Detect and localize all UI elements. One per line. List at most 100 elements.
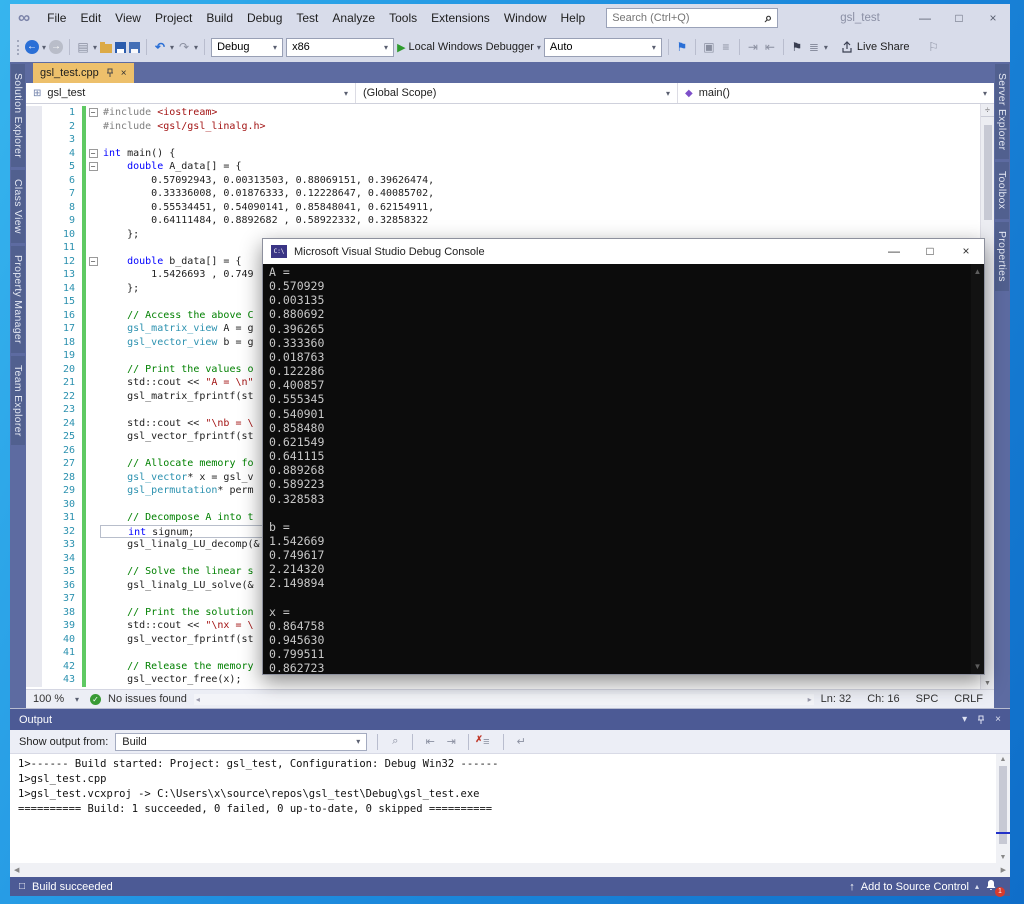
console-minimize-button[interactable]: ―	[876, 239, 912, 264]
clear-all-icon[interactable]: ≡	[479, 736, 493, 748]
breakpoint-margin[interactable]	[26, 376, 42, 390]
navigate-to-icon[interactable]: ⚑	[675, 40, 689, 54]
breakpoint-margin[interactable]	[26, 268, 42, 282]
breakpoint-margin[interactable]	[26, 444, 42, 458]
menu-edit[interactable]: Edit	[73, 4, 108, 32]
undo-icon[interactable]: ↶	[153, 40, 167, 54]
breakpoint-margin[interactable]	[26, 646, 42, 660]
line-indent-icon[interactable]: ⇥	[746, 40, 760, 54]
breakpoint-margin[interactable]	[26, 295, 42, 309]
breakpoint-margin[interactable]	[26, 484, 42, 498]
console-title-bar[interactable]: C:\ Microsoft Visual Studio Debug Consol…	[263, 239, 984, 264]
fold-collapse-icon[interactable]: −	[89, 257, 98, 266]
sidebar-item-solution-explorer[interactable]: Solution Explorer	[11, 64, 25, 167]
scroll-left-icon[interactable]: ◀	[14, 866, 19, 874]
minimize-button[interactable]: ―	[908, 4, 942, 32]
issues-label[interactable]: No issues found	[108, 693, 187, 705]
member-list-icon[interactable]: ≡	[719, 40, 733, 54]
breakpoint-margin[interactable]	[26, 309, 42, 323]
navigate-back-dropdown-icon[interactable]: ▾	[42, 43, 46, 52]
scroll-down-icon[interactable]: ▼	[974, 662, 982, 671]
output-header[interactable]: Output ▾ ×	[10, 709, 1010, 730]
tab-close-icon[interactable]: ×	[121, 68, 127, 79]
scroll-down-icon[interactable]: ▼	[984, 680, 991, 687]
console-scrollbar[interactable]: ▲ ▼	[971, 264, 984, 674]
debug-console-window[interactable]: C:\ Microsoft Visual Studio Debug Consol…	[262, 238, 985, 675]
open-file-icon[interactable]	[100, 44, 112, 53]
line-ending-indicator[interactable]: CRLF	[954, 693, 983, 705]
breakpoint-margin[interactable]	[26, 417, 42, 431]
menu-analyze[interactable]: Analyze	[325, 4, 382, 32]
pin-icon[interactable]	[106, 68, 114, 78]
spaces-indicator[interactable]: SPC	[916, 693, 939, 705]
breakpoint-margin[interactable]	[26, 106, 42, 120]
more-options-icon[interactable]: ▾	[824, 43, 828, 52]
breakpoint-margin[interactable]	[26, 552, 42, 566]
breakpoint-margin[interactable]	[26, 619, 42, 633]
bookmark-icon[interactable]: ⚑	[790, 40, 804, 54]
project-dropdown[interactable]: ⊞ gsl_test ▾	[26, 83, 356, 103]
zoom-select[interactable]: 100 % ▾	[29, 691, 83, 707]
breakpoint-margin[interactable]	[26, 498, 42, 512]
output-source-select[interactable]: Build ▾	[115, 733, 367, 751]
toolbar-grip[interactable]	[17, 40, 19, 55]
breakpoint-margin[interactable]	[26, 471, 42, 485]
console-maximize-button[interactable]: □	[912, 239, 948, 264]
breakpoint-margin[interactable]	[26, 390, 42, 404]
breakpoint-margin[interactable]	[26, 201, 42, 215]
tab-gsl-test-cpp[interactable]: gsl_test.cpp ×	[33, 63, 134, 83]
breakpoint-margin[interactable]	[26, 147, 42, 161]
debug-target-select[interactable]: Auto ▾	[544, 38, 662, 57]
search-icon[interactable]: ⌕	[765, 10, 772, 26]
breakpoint-margin[interactable]	[26, 214, 42, 228]
output-vertical-scrollbar[interactable]: ▲ ▼	[996, 754, 1010, 863]
breakpoint-margin[interactable]	[26, 120, 42, 134]
close-button[interactable]: ×	[976, 4, 1010, 32]
breakpoint-margin[interactable]	[26, 322, 42, 336]
menu-project[interactable]: Project	[148, 4, 199, 32]
line-outdent-icon[interactable]: ⇤	[763, 40, 777, 54]
editor-horizontal-scrollbar[interactable]: ◂ ▸	[194, 694, 814, 705]
notifications-button[interactable]: 1	[985, 879, 1001, 895]
breakpoint-margin[interactable]	[26, 255, 42, 269]
menu-debug[interactable]: Debug	[240, 4, 289, 32]
breakpoint-margin[interactable]	[26, 160, 42, 174]
redo-icon[interactable]: ↷	[177, 40, 191, 54]
undo-dropdown-icon[interactable]: ▾	[170, 43, 174, 52]
split-window-handle[interactable]: ÷	[981, 104, 994, 117]
breakpoint-margin[interactable]	[26, 241, 42, 255]
sidebar-item-toolbox[interactable]: Toolbox	[995, 162, 1009, 218]
start-debugging-dropdown-icon[interactable]: ▾	[537, 43, 541, 52]
breakpoint-margin[interactable]	[26, 538, 42, 552]
breakpoint-margin[interactable]	[26, 363, 42, 377]
find-message-icon[interactable]: ⌕	[388, 735, 402, 748]
scroll-right-icon[interactable]: ▸	[808, 695, 812, 704]
breakpoint-margin[interactable]	[26, 592, 42, 606]
start-debugging-label[interactable]: Local Windows Debugger	[409, 41, 534, 53]
menu-help[interactable]: Help	[554, 4, 593, 32]
scope-dropdown[interactable]: (Global Scope) ▾	[356, 83, 678, 103]
menu-tools[interactable]: Tools	[382, 4, 424, 32]
find-in-files-icon[interactable]: ▣	[702, 40, 716, 54]
menu-window[interactable]: Window	[497, 4, 554, 32]
background-tasks-icon[interactable]: □	[19, 881, 25, 892]
close-icon[interactable]: ×	[995, 714, 1001, 725]
sidebar-item-class-view[interactable]: Class View	[11, 170, 25, 243]
sidebar-item-team-explorer[interactable]: Team Explorer	[11, 356, 25, 446]
breakpoint-margin[interactable]	[26, 403, 42, 417]
fold-collapse-icon[interactable]: −	[89, 162, 98, 171]
navigate-forward-icon[interactable]: →	[49, 40, 63, 54]
solution-platform-select[interactable]: x86 ▾	[286, 38, 394, 57]
chevron-up-icon[interactable]: ▴	[975, 882, 979, 891]
breakpoint-margin[interactable]	[26, 228, 42, 242]
breakpoint-margin[interactable]	[26, 187, 42, 201]
word-wrap-icon[interactable]: ↵	[514, 735, 528, 748]
console-close-button[interactable]: ×	[948, 239, 984, 264]
breakpoint-margin[interactable]	[26, 565, 42, 579]
redo-dropdown-icon[interactable]: ▾	[194, 43, 198, 52]
breakpoint-margin[interactable]	[26, 673, 42, 687]
menu-test[interactable]: Test	[289, 4, 325, 32]
scroll-up-icon[interactable]: ▲	[1000, 756, 1007, 763]
add-to-source-control-button[interactable]: Add to Source Control	[861, 881, 969, 893]
search-input[interactable]	[612, 12, 765, 24]
